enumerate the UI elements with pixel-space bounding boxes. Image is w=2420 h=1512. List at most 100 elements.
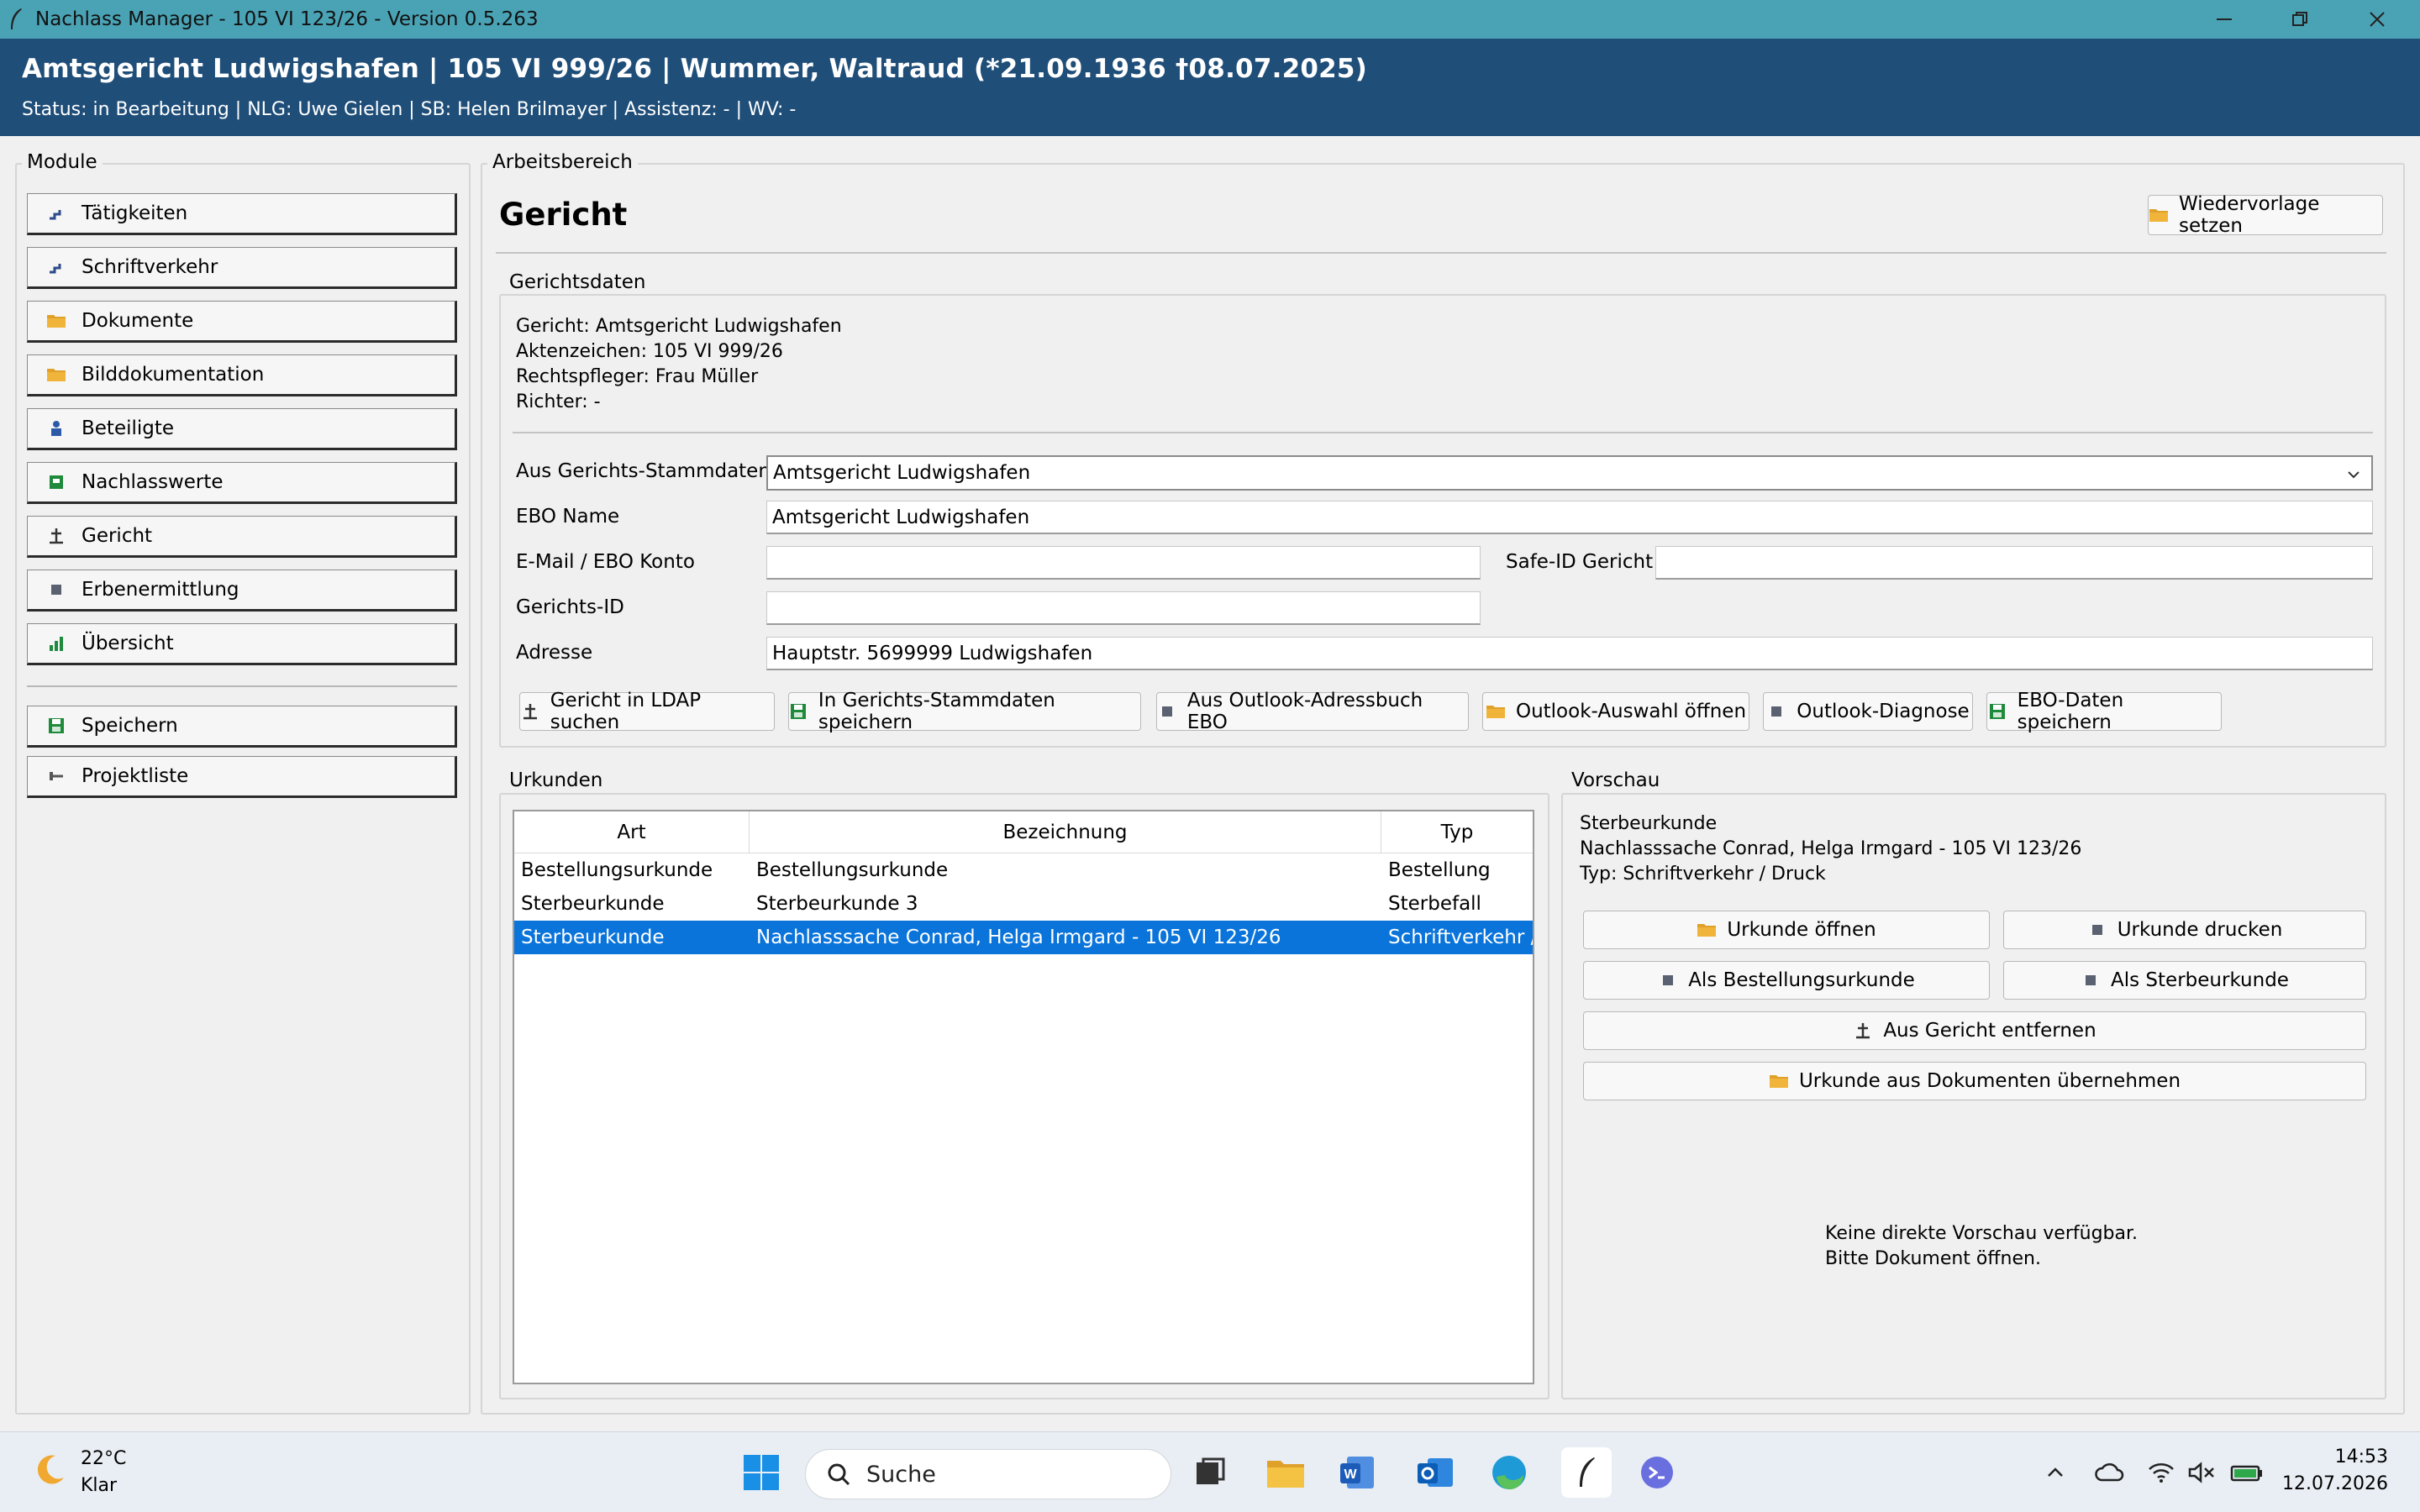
resubmit-button[interactable]: Wiedervorlage setzen bbox=[2148, 193, 2383, 237]
master-data-label: Aus Gerichts-Stammdaten bbox=[516, 460, 771, 482]
court-info-judge: Richter: - bbox=[516, 391, 601, 412]
taskbar-search[interactable]: Suche bbox=[805, 1449, 1171, 1499]
safe-id-input[interactable] bbox=[1655, 546, 2373, 580]
email-label: E-Mail / EBO Konto bbox=[516, 551, 695, 573]
outlook-diagnosis-button[interactable]: Outlook-Diagnose bbox=[1763, 692, 1973, 731]
close-button[interactable] bbox=[2339, 0, 2415, 39]
module-label: Übersicht bbox=[82, 633, 174, 654]
case-status: Status: in Bearbeitung | NLG: Uwe Gielen… bbox=[22, 99, 797, 120]
court-info-clerk: Rechtspfleger: Frau Müller bbox=[516, 366, 759, 387]
module-label: Nachlasswerte bbox=[82, 471, 224, 493]
open-document-button[interactable]: Urkunde öffnen bbox=[1583, 911, 1990, 949]
workspace-label: Arbeitsbereich bbox=[487, 151, 638, 173]
save-master-data-button[interactable]: In Gerichts-Stammdaten speichern bbox=[788, 690, 1141, 733]
outlook-selection-button[interactable]: Outlook-Auswahl öffnen bbox=[1482, 692, 1749, 731]
bar-chart-icon bbox=[46, 633, 66, 654]
save-ebo-data-button[interactable]: EBO-Daten speichern bbox=[1986, 690, 2222, 733]
cloud-icon[interactable] bbox=[2087, 1451, 2131, 1494]
module-erbenermittlung-button[interactable]: Erbenermittlung bbox=[27, 570, 457, 612]
column-header-bezeichnung[interactable]: Bezeichnung bbox=[750, 811, 1381, 853]
court-separator bbox=[513, 432, 2373, 433]
modules-label: Module bbox=[22, 151, 103, 173]
windows-start-icon[interactable] bbox=[739, 1451, 783, 1494]
address-input[interactable]: Hauptstr. 5699999 Ludwigshafen bbox=[766, 637, 2373, 670]
open-document-hint: Bitte Dokument öffnen. bbox=[1825, 1248, 2041, 1269]
edge-browser-icon[interactable] bbox=[1487, 1451, 1531, 1494]
module-label: Dokumente bbox=[82, 310, 194, 332]
ldap-search-button[interactable]: Gericht in LDAP suchen bbox=[519, 690, 775, 733]
save-icon bbox=[789, 701, 808, 722]
column-header-typ[interactable]: Typ bbox=[1381, 811, 1533, 853]
speaker-muted-icon[interactable] bbox=[2180, 1451, 2223, 1494]
minimize-button[interactable] bbox=[2186, 0, 2262, 39]
file-explorer-icon[interactable] bbox=[1264, 1451, 1307, 1494]
folder-icon bbox=[2149, 205, 2169, 225]
table-row[interactable]: Bestellungsurkunde Bestellungsurkunde Be… bbox=[514, 853, 1533, 887]
take-over-document-button[interactable]: Urkunde aus Dokumenten übernehmen bbox=[1583, 1062, 2366, 1100]
preview-doc-type: Sterbeurkunde bbox=[1580, 813, 1718, 834]
weather-widget[interactable]: 22°C Klar bbox=[30, 1446, 126, 1499]
print-document-button[interactable]: Urkunde drucken bbox=[2003, 911, 2366, 949]
module-bilddokumentation-button[interactable]: Bilddokumentation bbox=[27, 354, 457, 396]
take-over-document-label: Urkunde aus Dokumenten übernehmen bbox=[1798, 1070, 2181, 1092]
documents-table[interactable]: Art Bezeichnung Typ Bestellungsurkunde B… bbox=[513, 810, 1534, 1384]
court-info-file-number: Aktenzeichen: 105 VI 999/26 bbox=[516, 341, 783, 362]
as-death-certificate-button[interactable]: Als Sterbeurkunde bbox=[2003, 961, 2366, 1000]
court-info-court: Gericht: Amtsgericht Ludwigshafen bbox=[516, 316, 842, 337]
preview-doc-title: Nachlasssache Conrad, Helga Irmgard - 10… bbox=[1580, 838, 2082, 859]
remote-desktop-icon[interactable] bbox=[1635, 1451, 1679, 1494]
table-row[interactable]: Sterbeurkunde Sterbeurkunde 3 Sterbefall bbox=[514, 887, 1533, 921]
task-view-icon[interactable] bbox=[1188, 1451, 1232, 1494]
cell-art: Bestellungsurkunde bbox=[521, 859, 713, 881]
chevron-down-icon bbox=[2346, 465, 2361, 487]
module-label: Beteiligte bbox=[82, 417, 175, 439]
outlook-icon[interactable] bbox=[1413, 1451, 1457, 1494]
page-title: Gericht bbox=[499, 197, 628, 233]
minimize-icon bbox=[2217, 18, 2232, 20]
chevron-up-icon[interactable] bbox=[2033, 1451, 2077, 1494]
module-schriftverkehr-button[interactable]: Schriftverkehr bbox=[27, 247, 457, 289]
wifi-icon[interactable] bbox=[2139, 1451, 2183, 1494]
search-label: Suche bbox=[866, 1461, 936, 1488]
system-clock[interactable]: 14:53 12.07.2026 bbox=[2282, 1444, 2388, 1498]
as-death-certificate-label: Als Sterbeurkunde bbox=[2111, 969, 2289, 991]
outlook-addressbook-button[interactable]: Aus Outlook-Adressbuch EBO bbox=[1156, 690, 1469, 733]
master-data-select[interactable]: Amtsgericht Ludwigshafen bbox=[766, 455, 2373, 491]
table-row-selected[interactable]: Sterbeurkunde Nachlasssache Conrad, Helg… bbox=[514, 921, 1533, 954]
module-taetigkeiten-button[interactable]: Tätigkeiten bbox=[27, 193, 457, 235]
cell-typ: Bestellung bbox=[1388, 859, 1491, 881]
remove-from-court-button[interactable]: Aus Gericht entfernen bbox=[1583, 1011, 2366, 1050]
square-icon bbox=[2087, 920, 2107, 940]
as-order-certificate-button[interactable]: Als Bestellungsurkunde bbox=[1583, 961, 1990, 1000]
ebo-name-label: EBO Name bbox=[516, 506, 620, 528]
svg-text:W: W bbox=[1344, 1467, 1357, 1482]
square-icon bbox=[1766, 701, 1786, 722]
save-button[interactable]: Speichern bbox=[27, 706, 457, 748]
module-separator bbox=[27, 685, 457, 687]
project-list-button[interactable]: Projektliste bbox=[27, 756, 457, 798]
master-data-value: Amtsgericht Ludwigshafen bbox=[773, 462, 1031, 484]
weather-temperature: 22°C bbox=[81, 1448, 127, 1469]
module-beteiligte-button[interactable]: Beteiligte bbox=[27, 408, 457, 450]
court-id-input[interactable] bbox=[766, 591, 1481, 625]
preview-doc-kind: Typ: Schriftverkehr / Druck bbox=[1580, 864, 1826, 885]
module-gericht-button[interactable]: Gericht bbox=[27, 516, 457, 558]
stairs-icon bbox=[46, 257, 66, 277]
column-header-art[interactable]: Art bbox=[514, 811, 750, 853]
folder-icon bbox=[46, 311, 66, 331]
word-icon[interactable]: W bbox=[1336, 1451, 1380, 1494]
battery-icon[interactable] bbox=[2225, 1451, 2269, 1494]
module-nachlasswerte-button[interactable]: Nachlasswerte bbox=[27, 462, 457, 504]
court-icon bbox=[520, 701, 540, 722]
module-dokumente-button[interactable]: Dokumente bbox=[27, 301, 457, 343]
ebo-name-input[interactable]: Amtsgericht Ludwigshafen bbox=[766, 501, 2373, 534]
address-value: Hauptstr. 5699999 Ludwigshafen bbox=[772, 642, 1093, 664]
print-document-label: Urkunde drucken bbox=[2117, 919, 2283, 941]
nachlass-manager-taskbar-icon[interactable] bbox=[1561, 1447, 1612, 1498]
restore-button[interactable] bbox=[2262, 0, 2338, 39]
email-input[interactable] bbox=[766, 546, 1481, 580]
save-icon bbox=[46, 716, 66, 736]
module-uebersicht-button[interactable]: Übersicht bbox=[27, 623, 457, 665]
save-icon bbox=[1987, 701, 2007, 722]
cell-bezeichnung: Sterbeurkunde 3 bbox=[756, 893, 918, 915]
